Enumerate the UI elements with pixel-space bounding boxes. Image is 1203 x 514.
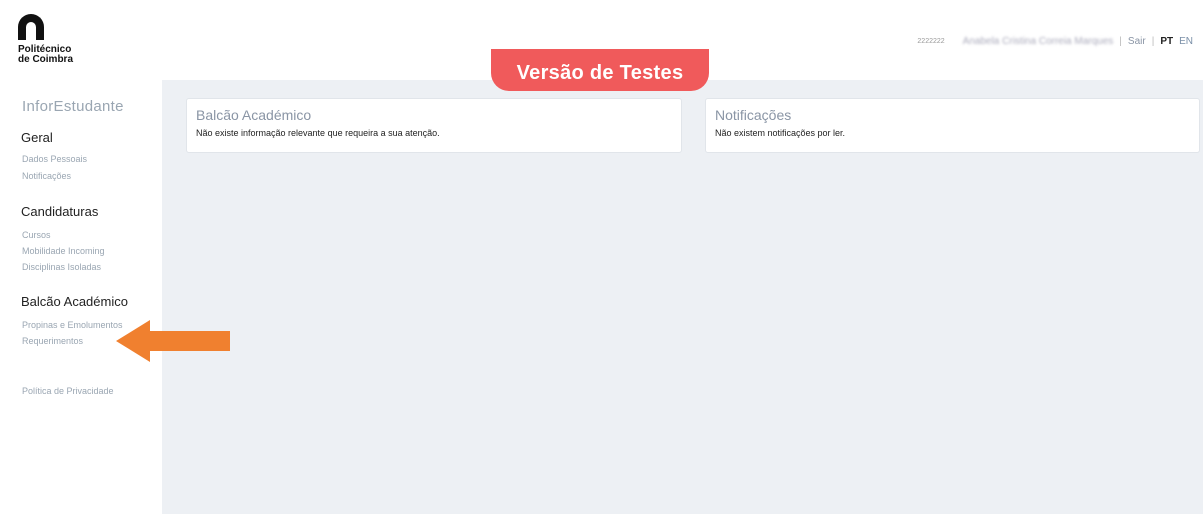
card-body: Não existe informação relevante que requ… <box>196 128 440 138</box>
separator: | <box>1151 36 1155 47</box>
nav-propinas-emolumentos[interactable]: Propinas e Emolumentos <box>22 320 123 330</box>
card-title: Notificações <box>715 107 792 123</box>
main-content: Balcão Académico Não existe informação r… <box>162 80 1203 514</box>
logout-link[interactable]: Sair <box>1128 36 1146 47</box>
section-title-balcao-academico: Balcão Académico <box>21 294 128 309</box>
separator: | <box>1119 36 1122 47</box>
logo-line-2: de Coimbra <box>18 54 74 65</box>
card-balcao-academico: Balcão Académico Não existe informação r… <box>186 98 682 153</box>
nav-notificacoes[interactable]: Notificações <box>22 171 71 181</box>
card-body: Não existem notificações por ler. <box>715 128 846 138</box>
lang-en-link[interactable]: EN <box>1179 36 1193 47</box>
nav-mobilidade-incoming[interactable]: Mobilidade Incoming <box>22 246 105 256</box>
card-notificacoes: Notificações Não existem notificações po… <box>705 98 1200 153</box>
user-id: 2222222 <box>917 38 945 45</box>
test-version-banner: Versão de Testes <box>491 49 709 91</box>
nav-disciplinas-isoladas[interactable]: Disciplinas Isoladas <box>22 262 101 272</box>
user-name: Anabela Cristina Correia Marques <box>962 36 1114 47</box>
nav-cursos[interactable]: Cursos <box>22 230 51 240</box>
nav-dados-pessoais[interactable]: Dados Pessoais <box>22 154 87 164</box>
section-title-candidaturas: Candidaturas <box>21 204 99 219</box>
lang-pt-link[interactable]: PT <box>1160 36 1173 47</box>
app-brand[interactable]: InforEstudante <box>22 98 124 115</box>
card-title: Balcão Académico <box>196 107 312 123</box>
annotation-arrow-icon <box>116 320 230 362</box>
sidebar: InforEstudante Geral Dados Pessoais Noti… <box>0 80 162 514</box>
logo-arch-icon <box>18 14 44 40</box>
nav-politica-privacidade[interactable]: Política de Privacidade <box>22 386 114 396</box>
section-title-geral: Geral <box>21 130 53 145</box>
nav-requerimentos[interactable]: Requerimentos <box>22 336 83 346</box>
user-bar: 2222222 Anabela Cristina Correia Marques… <box>917 36 1193 47</box>
logo[interactable]: Politécnico de Coimbra <box>18 14 98 65</box>
logo-text: Politécnico de Coimbra <box>18 45 98 65</box>
